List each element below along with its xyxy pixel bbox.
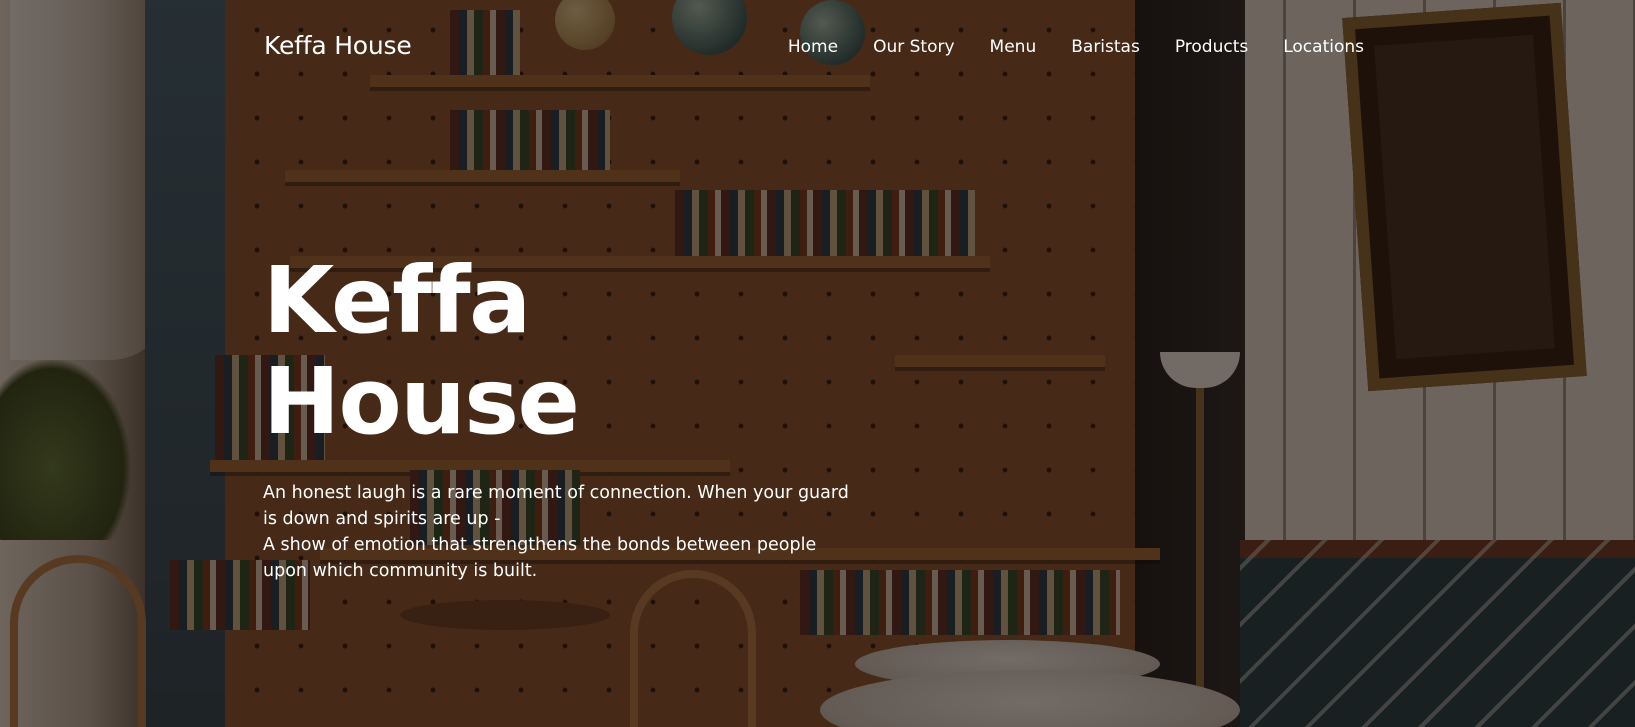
nav-item-baristas: Baristas — [1071, 37, 1140, 57]
hero-content: Keffa House An honest laugh is a rare mo… — [263, 250, 863, 584]
top-navbar: Keffa House Home Our Story Menu Baristas… — [0, 0, 1635, 100]
nav-link-locations[interactable]: Locations — [1283, 37, 1364, 57]
nav-link-baristas[interactable]: Baristas — [1071, 37, 1140, 57]
hero-section: Keffa House Home Our Story Menu Baristas… — [0, 0, 1635, 727]
hero-description: An honest laugh is a rare moment of conn… — [263, 480, 853, 584]
nav-item-menu: Menu — [990, 37, 1037, 57]
brand-logo-link[interactable]: Keffa House — [264, 31, 412, 60]
nav-item-home: Home — [788, 37, 838, 57]
hero-title: Keffa House — [263, 247, 580, 456]
nav-item-products: Products — [1175, 37, 1248, 57]
nav-link-home[interactable]: Home — [788, 37, 838, 57]
nav-link-our-story[interactable]: Our Story — [873, 37, 954, 57]
nav-link-menu[interactable]: Menu — [990, 37, 1037, 57]
nav-item-locations: Locations — [1283, 37, 1364, 57]
nav-link-products[interactable]: Products — [1175, 37, 1248, 57]
nav-links: Home Our Story Menu Baristas Products Lo… — [788, 37, 1364, 57]
nav-item-our-story: Our Story — [873, 37, 954, 57]
hero-description-line-1: An honest laugh is a rare moment of conn… — [263, 483, 849, 530]
hero-description-line-2: A show of emotion that strengthens the b… — [263, 535, 817, 582]
